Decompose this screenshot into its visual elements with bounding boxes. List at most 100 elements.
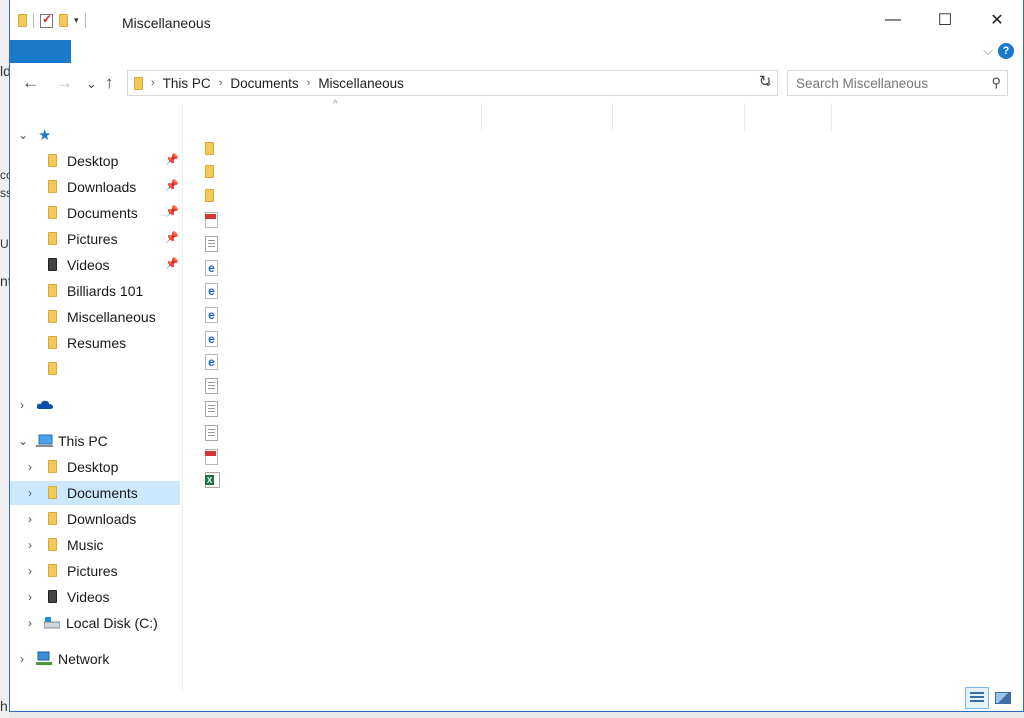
search-box[interactable]: ⚲ <box>787 70 1008 96</box>
sidebar-item-downloads[interactable]: Downloads 📌 <box>10 175 180 199</box>
address-bar[interactable]: › This PC › Documents › Miscellaneous ⌄ <box>127 70 778 96</box>
sidebar-item-documents[interactable]: Documents 📌 <box>10 201 180 225</box>
list-item[interactable]: e <box>205 331 225 351</box>
title-bar: ▾ Miscellaneous — ☐ ✕ <box>10 0 1023 40</box>
chevron-right-icon[interactable]: › <box>28 564 32 578</box>
sidebar-item-pc-pictures[interactable]: › Pictures <box>10 559 180 583</box>
chevron-right-icon[interactable]: › <box>28 486 32 500</box>
search-icon[interactable]: ⚲ <box>991 75 1001 91</box>
chevron-right-icon[interactable]: › <box>28 616 32 630</box>
list-item[interactable] <box>205 401 225 421</box>
file-tab[interactable] <box>10 40 71 63</box>
toolbar-divider <box>84 13 86 28</box>
pin-icon[interactable]: 📌 <box>165 179 179 192</box>
list-item[interactable] <box>205 189 225 209</box>
sidebar-item-network[interactable]: › Network <box>10 647 180 671</box>
background-text: ss <box>0 186 9 200</box>
list-item[interactable] <box>205 142 225 162</box>
pin-icon[interactable]: 📌 <box>165 153 179 166</box>
customize-toolbar-dropdown[interactable]: ▾ <box>74 15 79 26</box>
sidebar-item-pictures[interactable]: Pictures 📌 <box>10 227 180 251</box>
text-file-icon <box>205 425 218 441</box>
breadcrumb-separator[interactable]: › <box>219 77 223 89</box>
videos-folder-icon <box>48 590 57 603</box>
pin-icon[interactable]: 📌 <box>165 205 179 218</box>
sidebar-item-unnamed-folder[interactable] <box>10 357 180 381</box>
help-icon[interactable]: ? <box>998 43 1014 59</box>
sidebar-item-desktop[interactable]: Desktop 📌 <box>10 149 180 173</box>
list-item[interactable]: e <box>205 260 225 280</box>
new-folder-icon[interactable] <box>59 14 68 27</box>
chevron-right-icon[interactable]: › <box>28 538 32 552</box>
search-input[interactable] <box>796 75 976 91</box>
details-view-button[interactable] <box>965 687 989 709</box>
text-file-icon <box>205 236 218 252</box>
maximize-button[interactable]: ☐ <box>919 0 971 40</box>
column-divider[interactable] <box>831 103 832 131</box>
column-divider[interactable] <box>744 103 745 131</box>
sidebar-item-resumes[interactable]: Resumes <box>10 331 180 355</box>
sidebar-item-pc-documents[interactable]: › Documents <box>10 481 180 505</box>
back-button[interactable]: ← <box>22 73 39 93</box>
list-item[interactable]: e <box>205 283 225 303</box>
chevron-down-icon[interactable]: ⌄ <box>18 128 28 142</box>
pin-icon[interactable]: 📌 <box>165 257 179 270</box>
list-item[interactable]: e <box>205 307 225 327</box>
list-item[interactable] <box>205 425 225 445</box>
breadcrumb-separator[interactable]: › <box>151 77 155 89</box>
sidebar-item-billiards-101[interactable]: Billiards 101 <box>10 279 180 303</box>
sidebar-item-label: Documents <box>67 205 138 221</box>
chevron-right-icon[interactable]: › <box>28 460 32 474</box>
file-list: ^ e e e e e <box>183 99 1023 690</box>
text-file-icon <box>205 401 218 417</box>
breadcrumb-miscellaneous[interactable]: Miscellaneous <box>318 76 404 91</box>
address-row: ← → ⌄ ↑ › This PC › Documents › Miscella… <box>10 68 1023 100</box>
sidebar-item-pc-downloads[interactable]: › Downloads <box>10 507 180 531</box>
sidebar-item-pc-desktop[interactable]: › Desktop <box>10 455 180 479</box>
toolbar-divider <box>33 13 34 28</box>
expand-ribbon-icon[interactable]: ⌵ <box>983 43 993 59</box>
sidebar-item-videos[interactable]: Videos 📌 <box>10 253 180 277</box>
minimize-button[interactable]: — <box>867 0 919 40</box>
list-item[interactable] <box>205 472 225 492</box>
list-item[interactable] <box>205 378 225 398</box>
pin-icon[interactable]: 📌 <box>165 231 179 244</box>
sidebar-item-local-disk[interactable]: › Local Disk (C:) <box>10 611 180 635</box>
large-icons-view-icon <box>995 692 1011 704</box>
folder-icon <box>48 284 57 297</box>
folder-icon[interactable] <box>18 14 27 27</box>
refresh-button[interactable]: ↻ <box>755 72 775 90</box>
sidebar-item-onedrive[interactable]: › <box>10 393 180 417</box>
sidebar-item-this-pc[interactable]: ⌄ This PC <box>10 429 180 453</box>
column-divider[interactable] <box>481 103 482 131</box>
list-item[interactable] <box>205 236 225 256</box>
desktop-folder-icon <box>48 460 57 473</box>
recent-locations-button[interactable]: ⌄ <box>86 76 97 92</box>
sidebar-item-pc-videos[interactable]: › Videos <box>10 585 180 609</box>
sidebar-item-pc-music[interactable]: › Music <box>10 533 180 557</box>
pictures-folder-icon <box>48 564 57 577</box>
breadcrumb-documents[interactable]: Documents <box>230 76 298 91</box>
breadcrumb-this-pc[interactable]: This PC <box>163 76 211 91</box>
chevron-right-icon[interactable]: › <box>20 398 24 412</box>
background-text: U <box>0 237 9 251</box>
list-item[interactable]: e <box>205 354 225 374</box>
list-item[interactable] <box>205 165 225 185</box>
quick-access-node[interactable]: ⌄ ★ <box>10 123 180 147</box>
chevron-right-icon[interactable]: › <box>28 512 32 526</box>
list-item[interactable] <box>205 449 225 469</box>
sidebar-item-miscellaneous[interactable]: Miscellaneous <box>10 305 180 329</box>
up-button[interactable]: ↑ <box>105 73 114 93</box>
chevron-down-icon[interactable]: ⌄ <box>18 434 28 448</box>
properties-icon[interactable] <box>40 12 53 28</box>
close-button[interactable]: ✕ <box>971 0 1023 40</box>
breadcrumb-separator[interactable]: › <box>307 77 311 89</box>
column-divider[interactable] <box>612 103 613 131</box>
chevron-right-icon[interactable]: › <box>20 652 24 666</box>
large-icons-view-button[interactable] <box>991 687 1015 709</box>
list-item[interactable] <box>205 212 225 232</box>
folder-icon <box>48 362 57 375</box>
chevron-right-icon[interactable]: › <box>28 590 32 604</box>
forward-button[interactable]: → <box>56 73 73 93</box>
pdf-file-icon <box>205 449 218 465</box>
